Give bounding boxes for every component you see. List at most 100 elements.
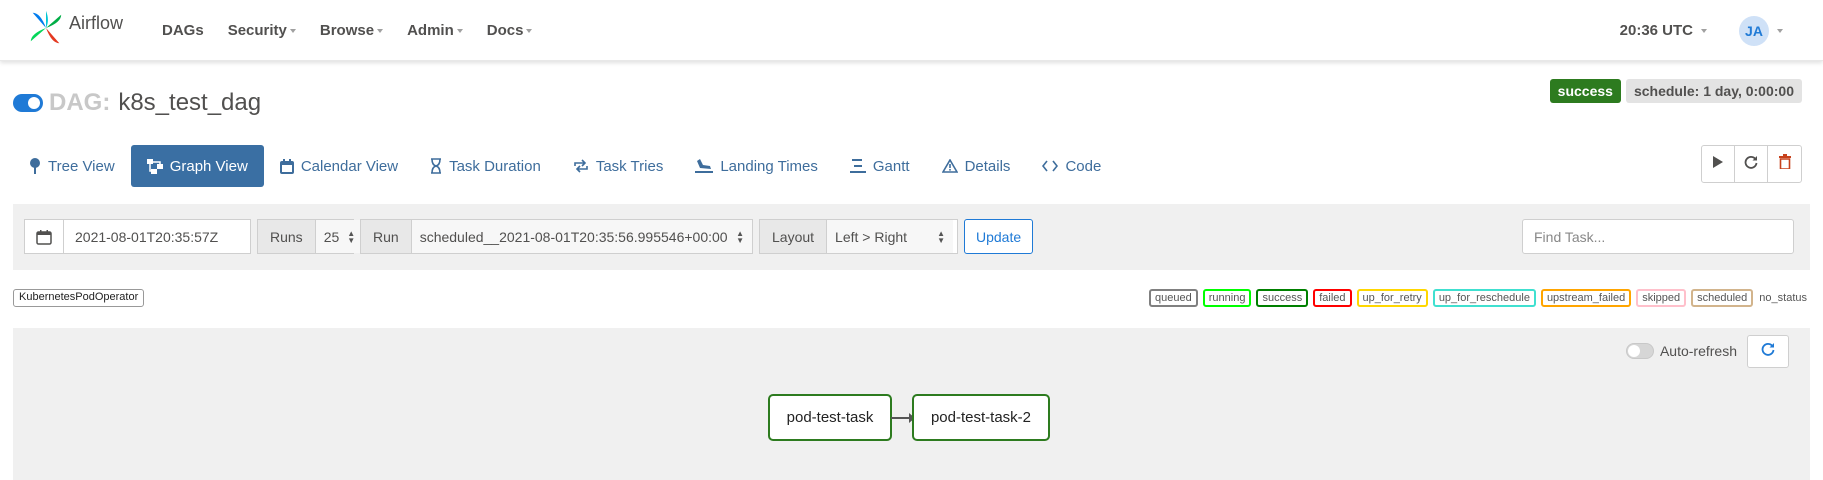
tab-landing-times[interactable]: Landing Times [679,145,834,187]
tab-graph-view[interactable]: Graph View [130,145,264,187]
chevron-down-icon [456,28,463,33]
tab-label: Graph View [169,157,248,175]
dag-header: DAG: k8s_test_dag [13,89,261,117]
operator-legend-item: KubernetesPodOperator [13,289,145,307]
nav-browse[interactable]: Browse [320,22,384,39]
gantt-icon [849,159,866,173]
tab-gantt[interactable]: Gantt [834,145,926,187]
legend-skipped: skipped [1636,289,1687,307]
layout-select-group: Layout Left > Right ▲ ▼ [759,219,958,254]
select-arrows-icon: ▲ ▼ [736,228,744,245]
graph-refresh-button[interactable] [1747,335,1789,368]
auto-refresh-toggle[interactable] [1625,343,1654,359]
calendar-icon [25,220,64,253]
dag-label: DAG: [49,89,111,116]
nav-right: 20:36 UTC JA [1620,0,1783,61]
tab-code[interactable]: Code [1026,145,1117,187]
task-node[interactable]: pod-test-task [768,394,892,441]
nav-docs-label: Docs [486,22,524,39]
trash-icon [1778,154,1791,174]
auto-refresh[interactable]: Auto-refresh [1625,343,1737,359]
trigger-dag-button[interactable] [1702,146,1735,182]
tab-tree-view[interactable]: Tree View [13,145,131,187]
avatar: JA [1739,15,1769,46]
play-icon [1713,155,1723,173]
find-task-input[interactable]: Find Task... [1522,219,1794,254]
refresh-dag-button[interactable] [1735,146,1768,182]
task-edge [891,413,915,423]
legend-scheduled: scheduled [1691,289,1754,307]
chevron-down-icon [289,28,296,33]
tab-label: Landing Times [720,157,818,175]
layout-label: Layout [760,220,828,253]
warning-icon [941,159,958,173]
chevron-down-icon [1777,28,1783,33]
tab-calendar-view[interactable]: Calendar View [264,145,414,187]
legend-no-status: no_status [1759,292,1807,304]
date-picker[interactable]: 2021-08-01T20:35:57Z [24,219,251,254]
run-select[interactable]: scheduled__2021-08-01T20:35:56.995546+00… [411,220,752,253]
view-tabs: Tree View Graph View Calendar View Task … [13,145,1117,187]
tab-label: Gantt [872,157,910,175]
chevron-down-icon [526,28,533,33]
schedule-badge: schedule: 1 day, 0:00:00 [1625,79,1802,103]
legend-success: success [1256,289,1309,307]
run-select-group: Run scheduled__2021-08-01T20:35:56.99554… [360,219,753,254]
tab-label: Task Duration [449,157,541,175]
tab-label: Calendar View [300,157,399,175]
legend-up-for-retry: up_for_retry [1356,289,1428,307]
delete-dag-button[interactable] [1768,146,1801,182]
user-menu[interactable]: JA [1739,15,1783,46]
dag-badges: success schedule: 1 day, 0:00:00 [1549,79,1802,103]
run-label: Run [361,220,412,253]
main-nav: DAGs Security Browse Admin Docs [150,0,544,61]
clock-text: 20:36 UTC [1619,22,1693,39]
legend-up-for-reschedule: up_for_reschedule [1432,289,1536,307]
timezone-clock[interactable]: 20:36 UTC [1620,22,1707,39]
code-icon [1042,160,1059,172]
task-node[interactable]: pod-test-task-2 [912,394,1050,441]
legend-upstream-failed: upstream_failed [1540,289,1632,307]
graph-icon [146,158,163,174]
runs-value: 25 [323,228,340,245]
filter-bar: 2021-08-01T20:35:57Z Runs 25 ▲ ▼ Run sched… [13,204,1810,270]
nav-security[interactable]: Security [228,22,296,39]
page-title: k8s_test_dag [118,89,262,116]
date-input[interactable]: 2021-08-01T20:35:57Z [64,229,218,245]
tab-task-duration[interactable]: Task Duration [414,145,557,187]
nav-admin[interactable]: Admin [407,22,463,39]
tab-details[interactable]: Details [926,145,1027,187]
top-navbar: Airflow DAGs Security Browse Admin Docs … [0,0,1823,61]
tab-label: Details [964,157,1011,175]
chevron-down-icon [1701,28,1707,33]
legend-queued: queued [1149,289,1198,307]
tree-icon [29,158,41,174]
legend-failed: failed [1313,289,1352,307]
brand[interactable]: Airflow [27,8,123,48]
hourglass-icon [430,158,442,174]
brand-name: Airflow [69,12,124,33]
chevron-down-icon [377,28,384,33]
nav-docs[interactable]: Docs [487,22,533,39]
dag-pause-toggle[interactable] [13,94,43,112]
layout-select[interactable]: Left > Right ▲ ▼ [827,220,954,253]
state-legend: queued running success failed up_for_ret… [1144,289,1807,307]
select-arrows-icon: ▲ ▼ [937,228,946,245]
airflow-logo-icon [30,10,62,44]
nav-admin-label: Admin [407,22,454,39]
status-badge: success [1549,79,1621,103]
landing-icon [695,159,714,173]
runs-select-group: Runs 25 ▲ ▼ [257,219,364,254]
tab-label: Task Tries [595,157,664,175]
select-arrows-icon: ▲ ▼ [347,228,356,245]
refresh-icon [1744,155,1758,174]
legend-running: running [1202,289,1252,307]
update-button[interactable]: Update [964,219,1034,254]
tab-task-tries[interactable]: Task Tries [557,145,680,187]
nav-security-label: Security [227,22,287,39]
runs-select[interactable]: 25 ▲ ▼ [315,220,364,253]
nav-dags[interactable]: DAGs [162,22,204,39]
dag-actions [1701,145,1802,183]
auto-refresh-label: Auto-refresh [1659,343,1737,359]
repeat-icon [573,159,589,173]
